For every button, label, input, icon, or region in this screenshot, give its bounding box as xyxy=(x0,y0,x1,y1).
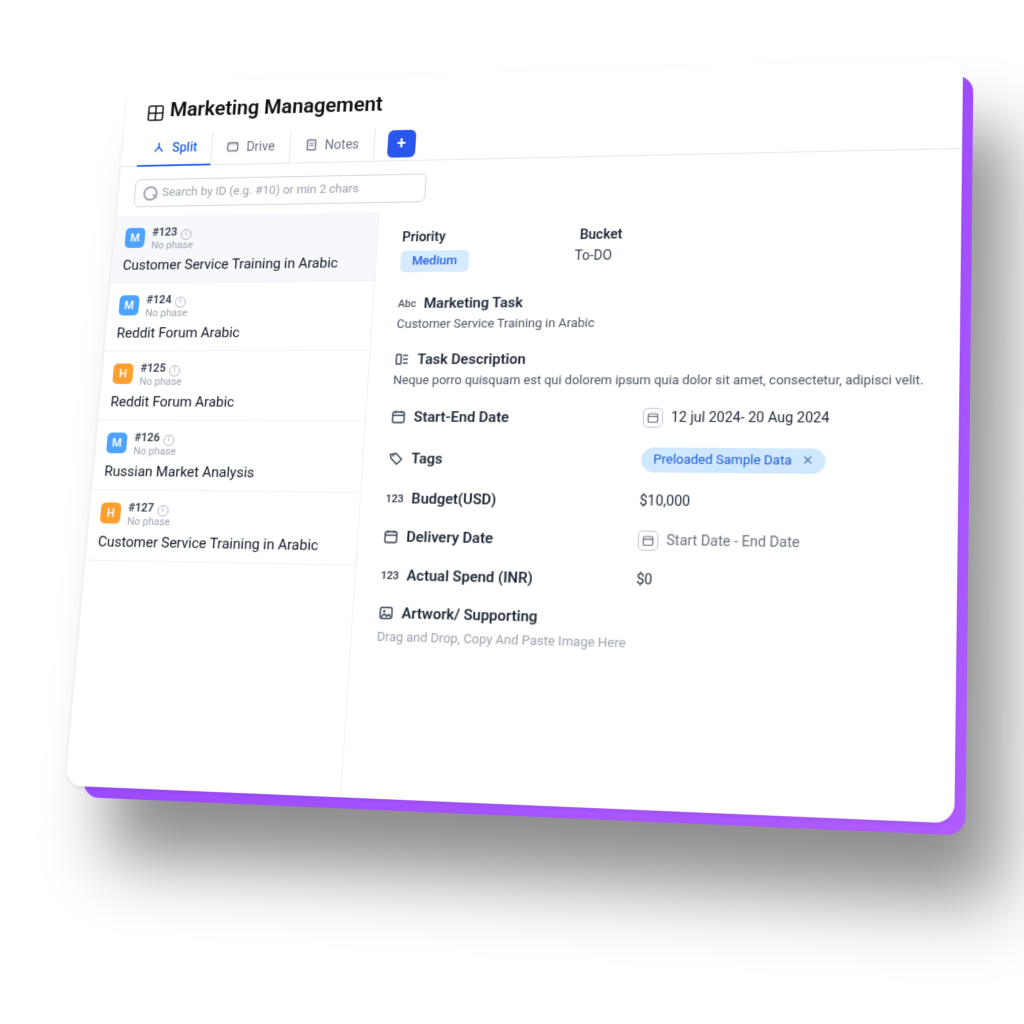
item-title: Russian Market Analysis xyxy=(104,463,351,483)
tag-icon xyxy=(388,450,404,466)
number-type-icon: 123 xyxy=(380,569,399,582)
calendar-small-icon[interactable] xyxy=(643,408,664,428)
bucket-label: Bucket xyxy=(579,227,622,243)
list-item[interactable]: H#125iNo phaseReddit Forum Arabic xyxy=(98,351,369,422)
number-type-icon: 123 xyxy=(385,492,404,505)
budget-value: $10,000 xyxy=(639,493,690,510)
list-item[interactable]: M#126iNo phaseRussian Market Analysis xyxy=(92,420,365,493)
description-value: Neque porro quisquam est qui dolorem ips… xyxy=(393,373,932,388)
tags-label: Tags xyxy=(411,449,443,467)
item-phase: No phase xyxy=(127,516,171,528)
tag-pill[interactable]: Preloaded Sample Data ✕ xyxy=(641,447,827,474)
list-item[interactable]: M#123iNo phaseCustomer Service Training … xyxy=(111,212,379,283)
item-id: #127 xyxy=(128,501,155,515)
description-label: Task Description xyxy=(417,350,526,367)
description-icon xyxy=(394,352,410,367)
item-phase: No phase xyxy=(139,377,182,388)
drive-icon xyxy=(226,140,242,155)
budget-label: Budget(USD) xyxy=(411,490,497,509)
item-id: #123 xyxy=(152,225,178,238)
avatar: M xyxy=(124,227,145,247)
tab-notes[interactable]: Notes xyxy=(289,128,376,163)
calendar-icon xyxy=(390,409,406,424)
image-icon xyxy=(378,605,395,621)
task-list: M#123iNo phaseCustomer Service Training … xyxy=(65,212,379,797)
tab-split[interactable]: Split xyxy=(137,131,214,167)
page-title: Marketing Management xyxy=(169,93,383,121)
item-title: Reddit Forum Arabic xyxy=(116,323,360,341)
app-card: Marketing Management Split Drive Notes xyxy=(65,58,963,824)
list-item[interactable]: M#124iNo phaseReddit Forum Arabic xyxy=(104,281,374,352)
text-type-icon: Abc xyxy=(398,297,417,309)
bucket-value: To-DO xyxy=(574,248,612,270)
item-id: #126 xyxy=(134,431,160,444)
item-id: #125 xyxy=(140,362,166,375)
drop-zone[interactable]: Drag and Drop, Copy And Paste Image Here xyxy=(376,630,928,660)
marketing-task-label: Marketing Task xyxy=(423,294,523,312)
avatar: M xyxy=(106,432,128,453)
start-end-date-value: 12 jul 2024- 20 Aug 2024 xyxy=(671,410,830,427)
calendar-icon xyxy=(383,529,399,545)
marketing-task-value: Customer Service Training in Arabic xyxy=(396,314,933,331)
add-button[interactable]: + xyxy=(387,129,417,157)
delivery-date-value: Start Date - End Date xyxy=(666,533,800,551)
tab-drive[interactable]: Drive xyxy=(211,130,291,164)
avatar: M xyxy=(118,295,139,315)
item-phase: No phase xyxy=(145,308,188,319)
delivery-date-label: Delivery Date xyxy=(406,528,494,547)
item-id: #124 xyxy=(146,293,172,306)
priority-label: Priority xyxy=(402,230,446,246)
task-detail: Priority Bucket Medium To-DO Abc Marketi… xyxy=(341,202,961,823)
priority-badge[interactable]: Medium xyxy=(400,250,469,272)
item-title: Customer Service Training in Arabic xyxy=(97,533,345,555)
item-phase: No phase xyxy=(133,446,176,458)
notes-icon xyxy=(304,138,320,153)
artwork-label: Artwork/ Supporting xyxy=(401,604,538,625)
actual-spend-value: $0 xyxy=(636,572,653,589)
actual-spend-label: Actual Spend (INR) xyxy=(406,567,533,587)
calendar-small-icon[interactable] xyxy=(638,530,659,551)
avatar: H xyxy=(112,363,134,383)
list-item[interactable]: H#127iNo phaseCustomer Service Training … xyxy=(85,490,360,566)
item-title: Customer Service Training in Arabic xyxy=(122,254,365,273)
search-input[interactable]: Search by ID (e.g. #10) or min 2 chars xyxy=(133,173,427,207)
grid-icon xyxy=(147,104,162,119)
avatar: H xyxy=(100,502,122,523)
start-end-date-label: Start-End Date xyxy=(413,408,509,426)
item-title: Reddit Forum Arabic xyxy=(110,393,355,411)
split-icon xyxy=(152,141,167,156)
remove-tag-icon[interactable]: ✕ xyxy=(802,454,814,469)
item-phase: No phase xyxy=(151,240,194,252)
